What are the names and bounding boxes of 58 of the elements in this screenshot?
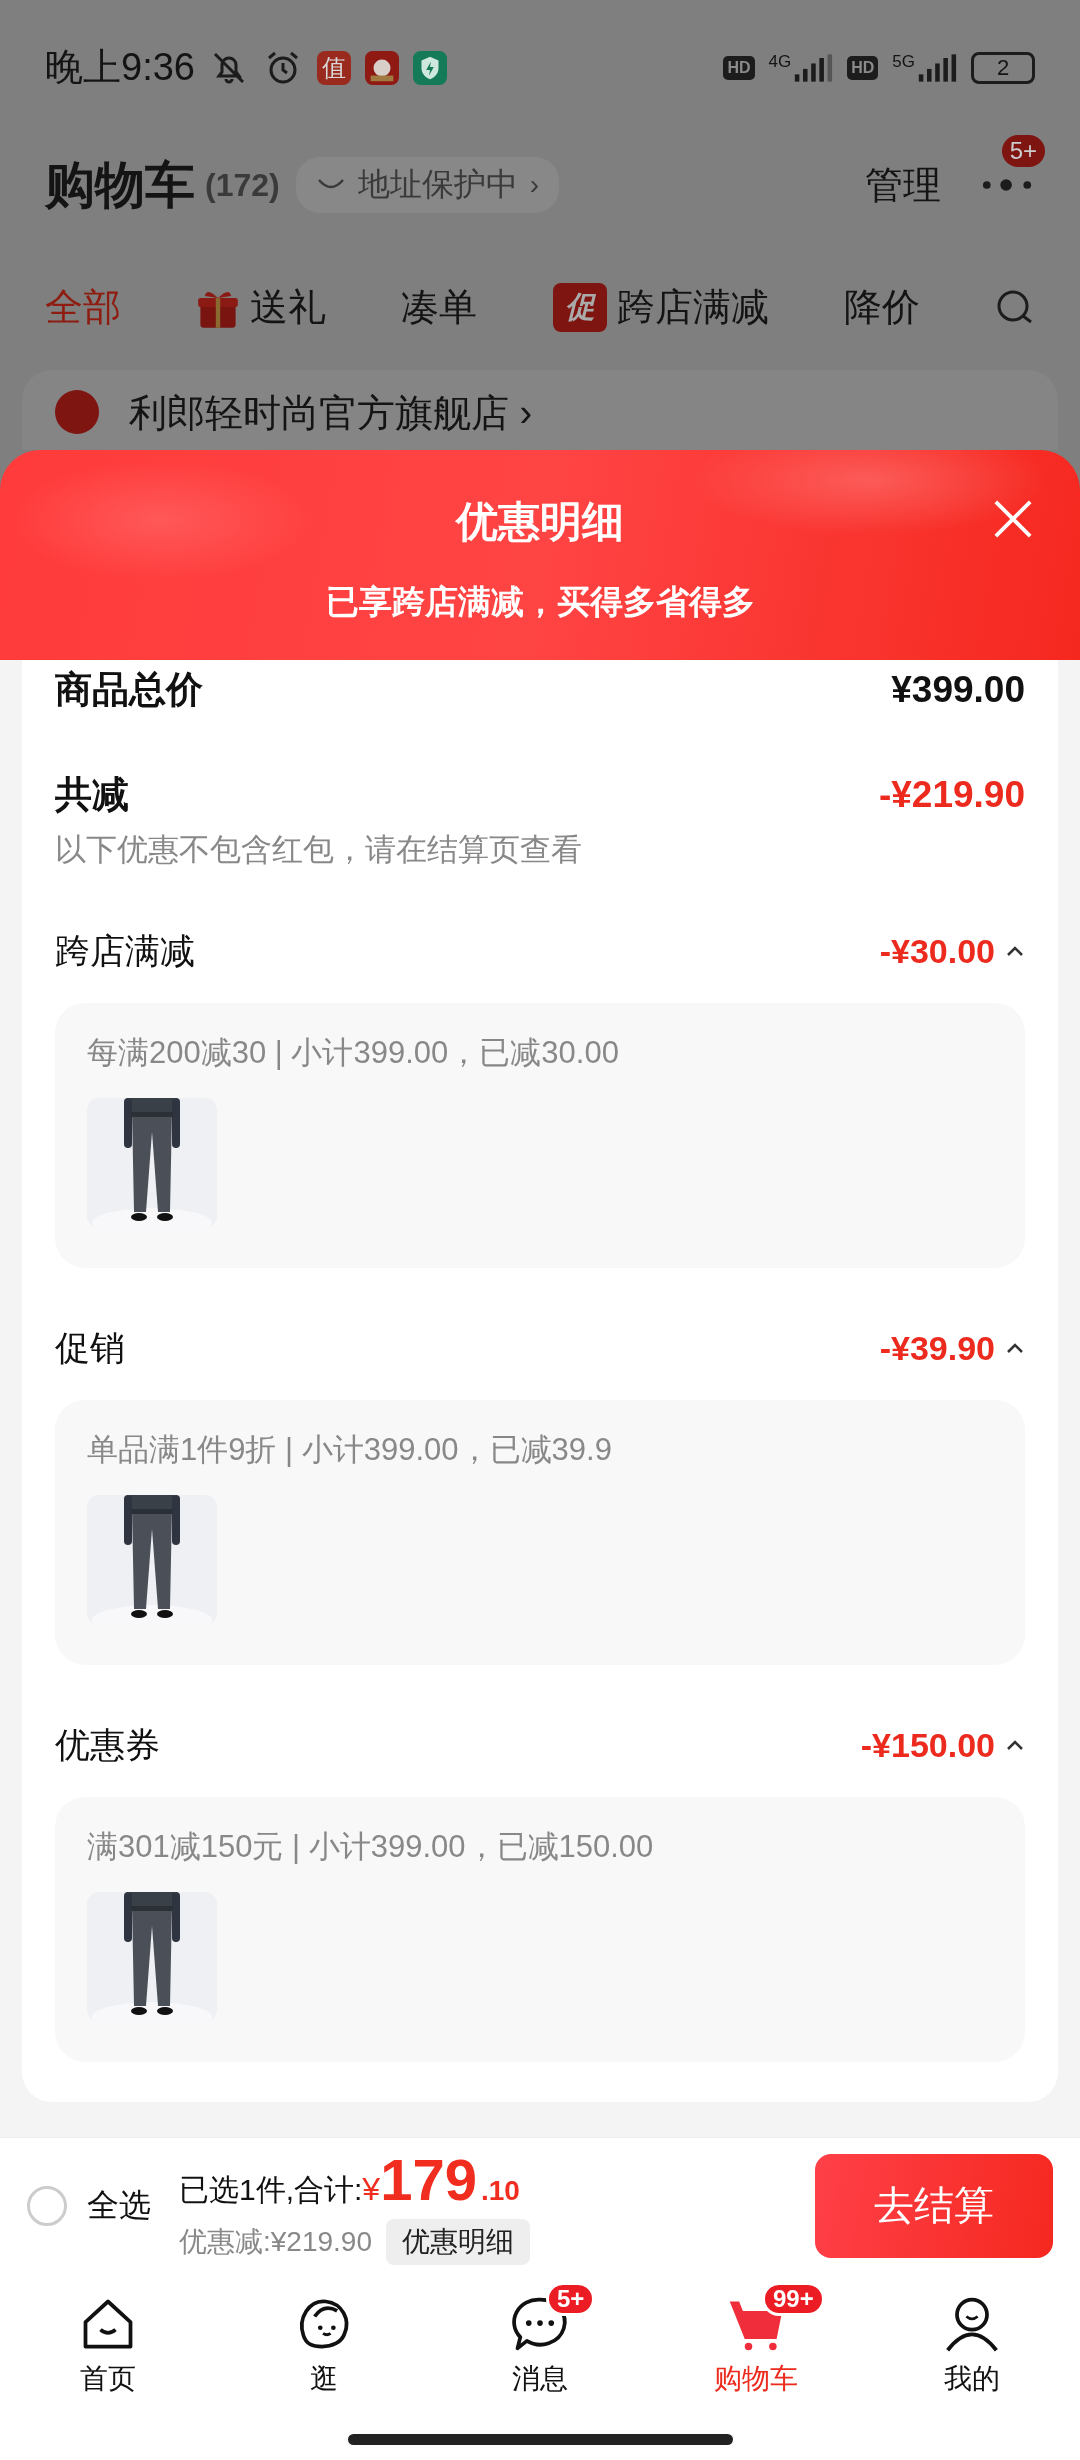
chevron-icon: › <box>529 169 540 201</box>
nav-item[interactable]: 首页 <box>0 2273 216 2418</box>
nav-item[interactable]: 99+ 购物车 <box>648 2273 864 2418</box>
summary-label: 已选1件,合计: <box>179 2172 363 2208</box>
caret-icon[interactable] <box>1005 945 1025 957</box>
address-protection-chip[interactable]: 地址保护中 › <box>295 157 560 213</box>
page-title: 购物车 <box>45 155 195 215</box>
reduction-note: 以下优惠不包含红包，请在结算页查看 <box>55 831 583 869</box>
status-time: 晚上9:36 <box>45 45 195 90</box>
cart-count: (172) <box>205 166 280 204</box>
manage-button[interactable]: 管理 <box>865 159 941 211</box>
section-amount: -¥30.00 <box>879 931 995 971</box>
discount-rule: 每满200减30 | 小计399.00，已减30.00 <box>87 1034 620 1072</box>
app-icon: 值 <box>316 50 351 85</box>
nav-item[interactable]: 逛 <box>216 2273 432 2418</box>
nav-item[interactable]: 5+ 消息 <box>432 2273 648 2418</box>
chip-label: 地址保护中 <box>357 165 518 204</box>
shield-app-icon <box>412 50 447 85</box>
filter-tab[interactable]: 凑单 <box>401 282 478 333</box>
home-indicator[interactable] <box>347 2433 733 2445</box>
promo-tag: 促 <box>552 283 607 332</box>
caret-icon[interactable] <box>1005 1739 1025 1751</box>
notification-badge: 5+ <box>1001 135 1045 167</box>
close-icon[interactable] <box>992 498 1034 540</box>
network-type: 5G <box>892 52 915 72</box>
hd-indicator: HD <box>723 55 755 80</box>
store-name[interactable]: 利郎轻时尚官方旗舰店 › <box>129 390 533 436</box>
signal-icon <box>793 53 834 82</box>
signal-icon <box>917 53 957 82</box>
filter-tab[interactable]: 送礼 <box>196 282 327 333</box>
checkout-button[interactable]: 去结算 <box>815 2153 1053 2258</box>
nav-item[interactable]: 我的 <box>864 2273 1080 2418</box>
reduction-amount: -¥219.90 <box>878 774 1025 816</box>
section-title: 跨店满减 <box>55 929 195 972</box>
total-price: ¥179.10 <box>362 2146 520 2213</box>
select-all-label[interactable]: 全选 <box>87 2183 151 2228</box>
section-amount: -¥150.00 <box>860 1725 995 1765</box>
total-label: 商品总价 <box>55 668 203 712</box>
network-type: 4G <box>768 52 792 72</box>
caret-icon[interactable] <box>1005 1342 1025 1354</box>
discount-rule: 单品满1件9折 | 小计399.00，已减39.9 <box>87 1431 613 1469</box>
app-icon <box>364 50 399 85</box>
reduction-label: 共减 <box>55 773 129 817</box>
section-title: 促销 <box>55 1326 125 1369</box>
filter-tab[interactable]: 促 跨店满减 <box>552 282 769 333</box>
filter-tab[interactable]: 降价 <box>843 282 920 333</box>
hd-indicator: HD <box>847 55 879 80</box>
total-price: ¥399.00 <box>891 669 1025 711</box>
sheet-title: 优惠明细 <box>456 497 624 547</box>
battery-indicator: 2 <box>971 51 1035 84</box>
checked-icon[interactable] <box>55 390 99 434</box>
section-title: 优惠券 <box>55 1723 160 1766</box>
discount-rule: 满301减150元 | 小计399.00，已减150.00 <box>87 1828 655 1866</box>
select-all-checkbox[interactable] <box>27 2185 67 2226</box>
sheet-subtitle: 已享跨店满减，买得多省得多 <box>324 582 756 622</box>
discount-summary: 优惠减:¥219.90 <box>179 2225 372 2259</box>
section-amount: -¥39.90 <box>879 1328 995 1368</box>
discount-detail-button[interactable]: 优惠明细 <box>386 2219 530 2265</box>
